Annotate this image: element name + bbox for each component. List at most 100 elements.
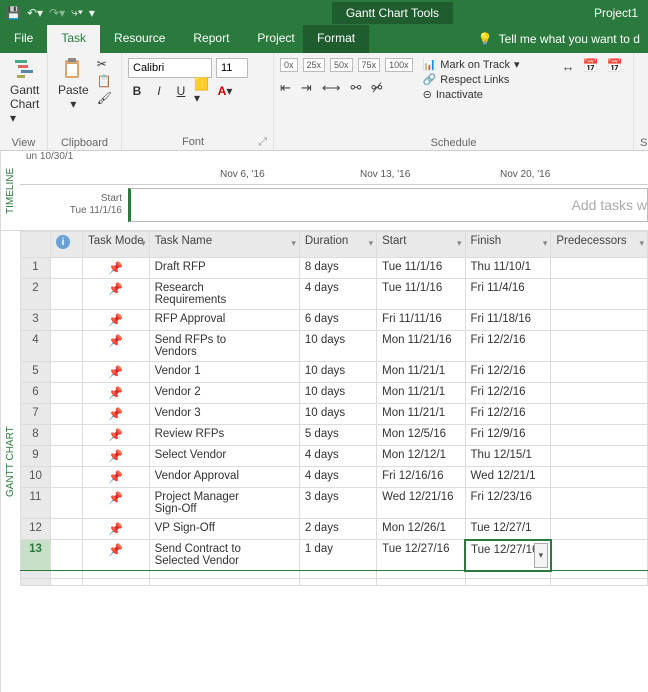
tab-file[interactable]: File: [0, 25, 47, 53]
table-row[interactable]: 4📌Send RFPs toVendors10 daysMon 11/21/16…: [21, 331, 648, 362]
timeline-panel[interactable]: un 10/30/1 Nov 6, '16 Nov 13, '16 Nov 20…: [20, 151, 648, 230]
tell-me-search[interactable]: 💡 Tell me what you want to d: [470, 25, 648, 53]
duration-cell[interactable]: 1 day: [299, 540, 376, 571]
chevron-down-icon[interactable]: ▾: [369, 238, 374, 249]
col-task-name[interactable]: Task Name▾: [149, 232, 299, 258]
tab-task[interactable]: Task: [47, 25, 100, 53]
duration-cell[interactable]: 10 days: [299, 383, 376, 404]
indicators-cell[interactable]: [51, 404, 83, 425]
table-row[interactable]: 9📌Select Vendor4 daysMon 12/12/1Thu 12/1…: [21, 446, 648, 467]
task-name-cell[interactable]: Select Vendor: [149, 446, 299, 467]
sched-icon-c[interactable]: 📅: [607, 58, 623, 74]
indicators-cell[interactable]: [51, 362, 83, 383]
gantt-chart-label[interactable]: GANTT CHART: [0, 231, 20, 692]
duration-cell[interactable]: 10 days: [299, 362, 376, 383]
col-task-mode[interactable]: Task Mode▾: [83, 232, 150, 258]
col-start[interactable]: Start▾: [377, 232, 465, 258]
pct-50-button[interactable]: 50x: [330, 58, 353, 72]
link-tasks-icon[interactable]: ⚯: [350, 80, 361, 96]
fill-color-button[interactable]: 🟨▾: [194, 82, 212, 100]
start-cell[interactable]: Tue 11/1/16: [377, 279, 465, 310]
font-name-input[interactable]: [128, 58, 212, 78]
indicators-cell[interactable]: [51, 383, 83, 404]
finish-cell[interactable]: Fri 12/23/16: [465, 488, 551, 519]
task-name-cell[interactable]: Send Contract toSelected Vendor: [149, 540, 299, 571]
underline-button[interactable]: U: [172, 82, 190, 100]
row-header[interactable]: 12: [21, 519, 51, 540]
predecessors-cell[interactable]: [551, 404, 648, 425]
table-row[interactable]: 7📌Vendor 310 daysMon 11/21/1Fri 12/2/16: [21, 404, 648, 425]
task-name-cell[interactable]: Vendor 3: [149, 404, 299, 425]
font-color-button[interactable]: A▾: [216, 82, 234, 100]
predecessors-cell[interactable]: [551, 446, 648, 467]
indicators-cell[interactable]: [51, 258, 83, 279]
task-mode-cell[interactable]: 📌: [83, 258, 150, 279]
row-header[interactable]: 9: [21, 446, 51, 467]
start-cell[interactable]: Fri 12/16/16: [377, 467, 465, 488]
row-header[interactable]: 7: [21, 404, 51, 425]
table-row[interactable]: 10📌Vendor Approval4 daysFri 12/16/16Wed …: [21, 467, 648, 488]
col-duration[interactable]: Duration▾: [299, 232, 376, 258]
task-mode-cell[interactable]: 📌: [83, 425, 150, 446]
undo-icon[interactable]: ↶▾: [27, 6, 43, 20]
italic-button[interactable]: I: [150, 82, 168, 100]
respect-links-button[interactable]: 🔗Respect Links: [423, 73, 520, 86]
indicators-cell[interactable]: [51, 310, 83, 331]
timeline-track[interactable]: Add tasks w: [128, 188, 648, 222]
split-icon[interactable]: ⟷: [322, 80, 341, 96]
predecessors-cell[interactable]: [551, 362, 648, 383]
duration-cell[interactable]: 8 days: [299, 258, 376, 279]
row-header[interactable]: 4: [21, 331, 51, 362]
row-header[interactable]: 5: [21, 362, 51, 383]
duration-cell[interactable]: 2 days: [299, 519, 376, 540]
task-name-cell[interactable]: Review RFPs: [149, 425, 299, 446]
link-icon[interactable]: ⤷▾: [71, 5, 83, 20]
predecessors-cell[interactable]: [551, 279, 648, 310]
finish-cell[interactable]: Fri 11/4/16: [465, 279, 551, 310]
duration-cell[interactable]: 4 days: [299, 279, 376, 310]
start-cell[interactable]: Wed 12/21/16: [377, 488, 465, 519]
finish-cell[interactable]: Thu 12/15/1: [465, 446, 551, 467]
start-cell[interactable]: Mon 12/12/1: [377, 446, 465, 467]
indicators-cell[interactable]: [51, 467, 83, 488]
format-painter-icon[interactable]: 🖌: [97, 91, 112, 105]
paste-button[interactable]: Paste ▾: [54, 55, 93, 113]
start-cell[interactable]: Mon 12/5/16: [377, 425, 465, 446]
predecessors-cell[interactable]: [551, 488, 648, 519]
timeline-label[interactable]: TIMELINE: [0, 151, 20, 230]
task-name-cell[interactable]: Vendor Approval: [149, 467, 299, 488]
indicators-cell[interactable]: [51, 540, 83, 571]
task-grid[interactable]: i Task Mode▾ Task Name▾ Duration▾ Start▾…: [20, 231, 648, 692]
sched-icon-b[interactable]: 📅: [583, 58, 599, 74]
table-row[interactable]: 2📌ResearchRequirements4 daysTue 11/1/16F…: [21, 279, 648, 310]
table-row[interactable]: 12📌VP Sign-Off2 daysMon 12/26/1Tue 12/27…: [21, 519, 648, 540]
table-row[interactable]: 5📌Vendor 110 daysMon 11/21/1Fri 12/2/16: [21, 362, 648, 383]
task-name-cell[interactable]: Project ManagerSign-Off: [149, 488, 299, 519]
predecessors-cell[interactable]: [551, 383, 648, 404]
start-cell[interactable]: Mon 11/21/1: [377, 383, 465, 404]
finish-cell[interactable]: Fri 12/2/16: [465, 362, 551, 383]
row-header[interactable]: 3: [21, 310, 51, 331]
save-icon[interactable]: 💾: [6, 6, 21, 20]
indicators-cell[interactable]: [51, 279, 83, 310]
duration-cell[interactable]: 10 days: [299, 404, 376, 425]
indicators-cell[interactable]: [51, 331, 83, 362]
copy-icon[interactable]: 📋: [97, 74, 112, 88]
chevron-down-icon[interactable]: ▾: [457, 238, 462, 249]
start-cell[interactable]: Tue 11/1/16: [377, 258, 465, 279]
tab-format[interactable]: Format: [303, 25, 369, 53]
duration-cell[interactable]: 10 days: [299, 331, 376, 362]
task-mode-cell[interactable]: 📌: [83, 467, 150, 488]
start-cell[interactable]: Fri 11/11/16: [377, 310, 465, 331]
col-finish[interactable]: Finish▾: [465, 232, 551, 258]
finish-cell[interactable]: Fri 12/2/16: [465, 404, 551, 425]
chevron-down-icon[interactable]: ▾: [639, 238, 644, 249]
table-row[interactable]: 1📌Draft RFP8 daysTue 11/1/16Thu 11/10/1: [21, 258, 648, 279]
task-name-cell[interactable]: RFP Approval: [149, 310, 299, 331]
gantt-chart-button[interactable]: Gantt Chart ▾: [6, 55, 43, 127]
duration-cell[interactable]: 3 days: [299, 488, 376, 519]
predecessors-cell[interactable]: [551, 467, 648, 488]
move-icon[interactable]: ↔: [562, 59, 575, 74]
start-cell[interactable]: Mon 11/21/1: [377, 362, 465, 383]
chevron-down-icon[interactable]: ▾: [543, 238, 548, 249]
